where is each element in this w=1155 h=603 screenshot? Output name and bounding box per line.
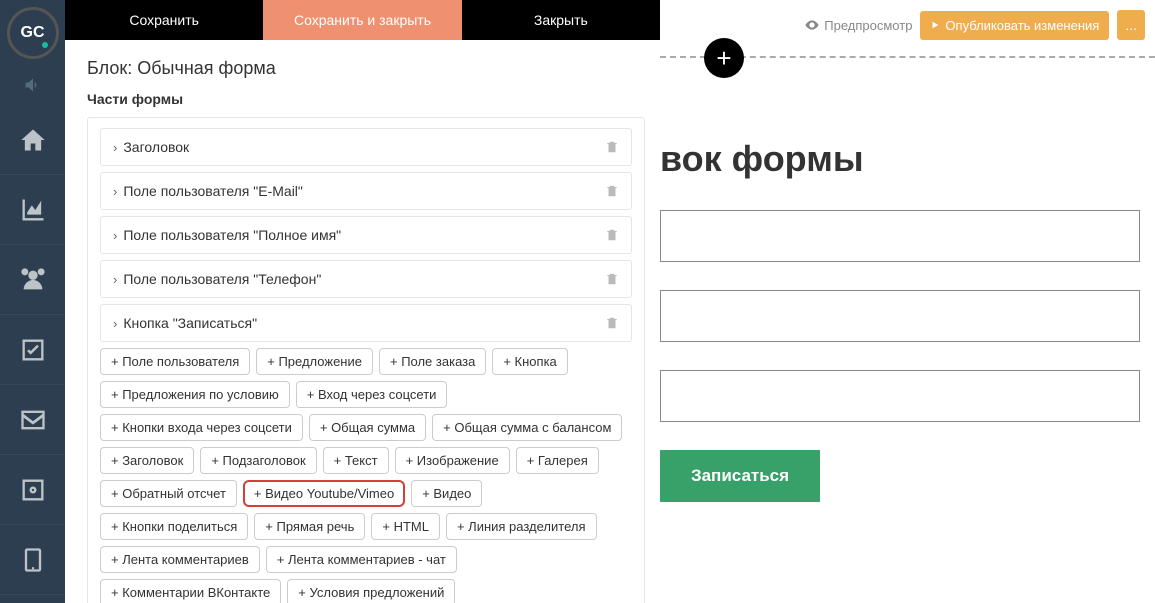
add-part-chip[interactable]: + Кнопка bbox=[492, 348, 567, 375]
close-button[interactable]: Закрыть bbox=[462, 0, 660, 40]
form-part-row[interactable]: › Поле пользователя "E-Mail" bbox=[100, 172, 632, 210]
add-part-chip[interactable]: + Видео Youtube/Vimeo bbox=[243, 480, 405, 507]
part-label: Заголовок bbox=[123, 139, 189, 155]
publish-button[interactable]: Опубликовать изменения bbox=[920, 11, 1109, 40]
eye-icon bbox=[804, 17, 820, 33]
add-part-chip[interactable]: + HTML bbox=[371, 513, 440, 540]
chevron-right-icon: › bbox=[113, 184, 117, 199]
form-part-row[interactable]: › Поле пользователя "Телефон" bbox=[100, 260, 632, 298]
chart-icon[interactable] bbox=[0, 175, 65, 245]
form-preview-title: вок формы bbox=[660, 138, 1155, 180]
add-part-chip[interactable]: + Кнопки поделиться bbox=[100, 513, 248, 540]
add-part-chip[interactable]: + Предложение bbox=[256, 348, 373, 375]
mobile-icon[interactable] bbox=[0, 525, 65, 595]
users-icon[interactable] bbox=[0, 245, 65, 315]
trash-icon[interactable] bbox=[605, 316, 619, 330]
form-part-row[interactable]: › Заголовок bbox=[100, 128, 632, 166]
preview-input-3[interactable] bbox=[660, 370, 1140, 422]
safe-icon[interactable] bbox=[0, 455, 65, 525]
add-part-chip[interactable]: + Лента комментариев - чат bbox=[266, 546, 457, 573]
section-divider: + bbox=[660, 56, 1155, 58]
save-button[interactable]: Сохранить bbox=[65, 0, 263, 40]
trash-icon[interactable] bbox=[605, 140, 619, 154]
add-part-chip[interactable]: + Изображение bbox=[395, 447, 510, 474]
play-icon bbox=[930, 20, 940, 30]
part-label: Поле пользователя "E-Mail" bbox=[123, 183, 303, 199]
add-part-chip[interactable]: + Поле заказа bbox=[379, 348, 486, 375]
add-part-chip[interactable]: + Условия предложений bbox=[287, 579, 455, 603]
add-part-chip[interactable]: + Галерея bbox=[516, 447, 599, 474]
add-part-chip[interactable]: + Общая сумма bbox=[309, 414, 426, 441]
form-part-row[interactable]: › Поле пользователя "Полное имя" bbox=[100, 216, 632, 254]
add-part-chip[interactable]: + Поле пользователя bbox=[100, 348, 250, 375]
parts-card: › Заголовок › Поле пользователя "E-Mail" › По… bbox=[87, 117, 645, 603]
publish-extra-button[interactable]: ... bbox=[1117, 10, 1145, 40]
add-part-chip[interactable]: + Линия разделителя bbox=[446, 513, 597, 540]
chevron-right-icon: › bbox=[113, 228, 117, 243]
add-part-chip[interactable]: + Обратный отсчет bbox=[100, 480, 237, 507]
publish-label: Опубликовать изменения bbox=[945, 18, 1099, 33]
trash-icon[interactable] bbox=[605, 228, 619, 242]
logo-text: GC bbox=[21, 24, 45, 42]
form-preview: вок формы Записаться bbox=[660, 58, 1155, 502]
add-part-chip[interactable]: + Кнопки входа через соцсети bbox=[100, 414, 303, 441]
add-part-chip[interactable]: + Видео bbox=[411, 480, 482, 507]
parts-label: Части формы bbox=[87, 91, 645, 107]
chevron-right-icon: › bbox=[113, 140, 117, 155]
chevron-right-icon: › bbox=[113, 272, 117, 287]
panel-topbar: Сохранить Сохранить и закрыть Закрыть bbox=[65, 0, 660, 40]
add-part-chip[interactable]: + Вход через соцсети bbox=[296, 381, 448, 408]
preview-area: Предпросмотр Опубликовать изменения ... … bbox=[660, 0, 1155, 603]
chevron-right-icon: › bbox=[113, 316, 117, 331]
part-label: Поле пользователя "Телефон" bbox=[123, 271, 321, 287]
logo[interactable]: GC bbox=[0, 0, 65, 65]
block-title: Блок: Обычная форма bbox=[87, 58, 645, 79]
trash-icon[interactable] bbox=[605, 272, 619, 286]
preview-input-1[interactable] bbox=[660, 210, 1140, 262]
add-part-chip[interactable]: + Лента комментариев bbox=[100, 546, 260, 573]
settings-panel: Сохранить Сохранить и закрыть Закрыть Бл… bbox=[65, 0, 660, 603]
preview-link-label: Предпросмотр bbox=[824, 18, 912, 33]
trash-icon[interactable] bbox=[605, 184, 619, 198]
add-part-chip[interactable]: + Текст bbox=[323, 447, 389, 474]
sound-icon[interactable] bbox=[0, 65, 65, 105]
add-part-chip[interactable]: + Подзаголовок bbox=[200, 447, 316, 474]
add-section-button[interactable]: + bbox=[704, 38, 744, 78]
left-sidebar: GC bbox=[0, 0, 65, 603]
mail-icon[interactable] bbox=[0, 385, 65, 455]
preview-link[interactable]: Предпросмотр bbox=[804, 17, 912, 33]
add-part-chip[interactable]: + Комментарии ВКонтакте bbox=[100, 579, 281, 603]
add-part-chip[interactable]: + Прямая речь bbox=[254, 513, 365, 540]
part-label: Кнопка "Записаться" bbox=[123, 315, 257, 331]
add-part-chip[interactable]: + Общая сумма с балансом bbox=[432, 414, 622, 441]
save-close-button[interactable]: Сохранить и закрыть bbox=[263, 0, 461, 40]
checkbox-icon[interactable] bbox=[0, 315, 65, 385]
form-part-row[interactable]: › Кнопка "Записаться" bbox=[100, 304, 632, 342]
add-part-chip[interactable]: + Предложения по условию bbox=[100, 381, 290, 408]
home-icon[interactable] bbox=[0, 105, 65, 175]
preview-submit-button[interactable]: Записаться bbox=[660, 450, 820, 502]
part-label: Поле пользователя "Полное имя" bbox=[123, 227, 341, 243]
preview-input-2[interactable] bbox=[660, 290, 1140, 342]
add-part-chip[interactable]: + Заголовок bbox=[100, 447, 194, 474]
